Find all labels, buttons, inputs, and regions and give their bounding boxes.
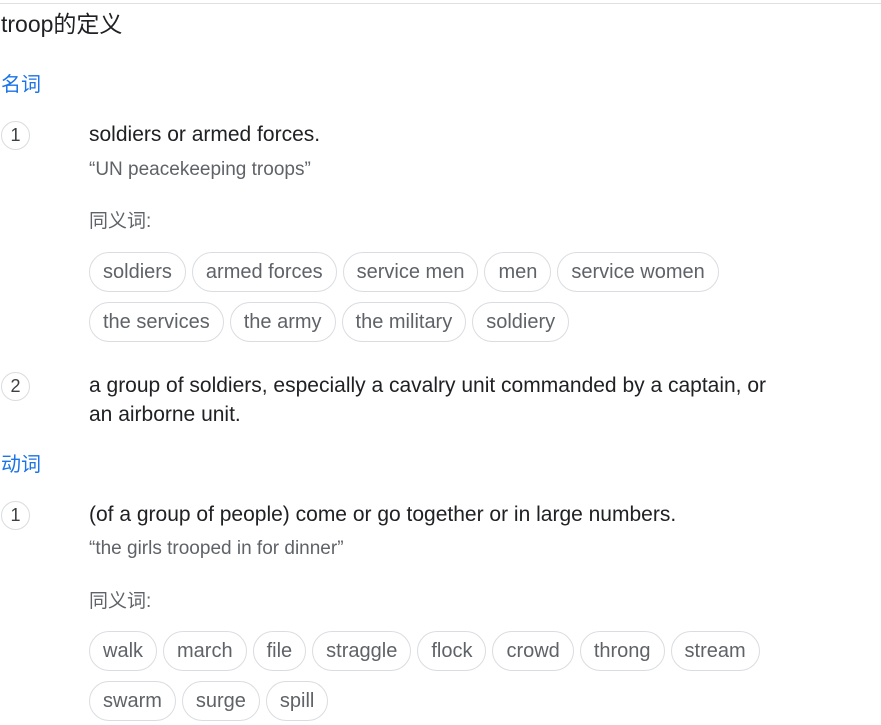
synonym-chip[interactable]: the army <box>229 302 336 342</box>
synonym-chip[interactable]: soldiery <box>472 302 570 342</box>
sense-number: 1 <box>1 501 30 530</box>
synonym-chips-verb: walk march file straggle flock crowd thr… <box>89 631 829 721</box>
part-of-speech-verb: 动词 <box>1 454 41 476</box>
top-divider <box>0 3 881 4</box>
definition-text: soldiers or armed forces. <box>89 123 321 146</box>
part-of-speech-noun: 名词 <box>1 74 41 96</box>
synonym-chip[interactable]: men <box>484 252 552 292</box>
synonym-chip[interactable]: spill <box>265 681 329 721</box>
example-sentence: “UN peacekeeping troops” <box>89 159 311 180</box>
synonym-chip[interactable]: swarm <box>89 681 176 721</box>
synonym-chip[interactable]: walk <box>89 631 158 671</box>
definition-text: a group of soldiers, especially a cavalr… <box>89 374 767 426</box>
synonym-chip[interactable]: straggle <box>312 631 412 671</box>
synonym-chip[interactable]: march <box>163 631 247 671</box>
synonym-chip[interactable]: soldiers <box>89 252 186 292</box>
synonym-chip[interactable]: service men <box>342 252 479 292</box>
synonym-chip[interactable]: the services <box>89 302 224 342</box>
synonym-chip[interactable]: stream <box>670 631 760 671</box>
synonym-chip[interactable]: the military <box>341 302 467 342</box>
synonyms-label: 同义词: <box>89 211 152 232</box>
synonym-chip[interactable]: armed forces <box>191 252 337 292</box>
synonyms-label: 同义词: <box>89 591 152 612</box>
example-sentence: “the girls trooped in for dinner” <box>89 538 344 559</box>
synonym-chip[interactable]: crowd <box>492 631 574 671</box>
definition-text: (of a group of people) come or go togeth… <box>89 503 677 526</box>
synonym-chip[interactable]: file <box>252 631 307 671</box>
synonym-chip[interactable]: flock <box>417 631 487 671</box>
synonym-chip[interactable]: service women <box>557 252 719 292</box>
sense-number: 2 <box>1 372 30 401</box>
synonym-chips-noun: soldiers armed forces service men men se… <box>89 252 829 342</box>
synonym-chip[interactable]: surge <box>181 681 260 721</box>
synonym-chip[interactable]: throng <box>579 631 665 671</box>
page-title: troop的定义 <box>1 11 123 37</box>
sense-number: 1 <box>1 121 30 150</box>
